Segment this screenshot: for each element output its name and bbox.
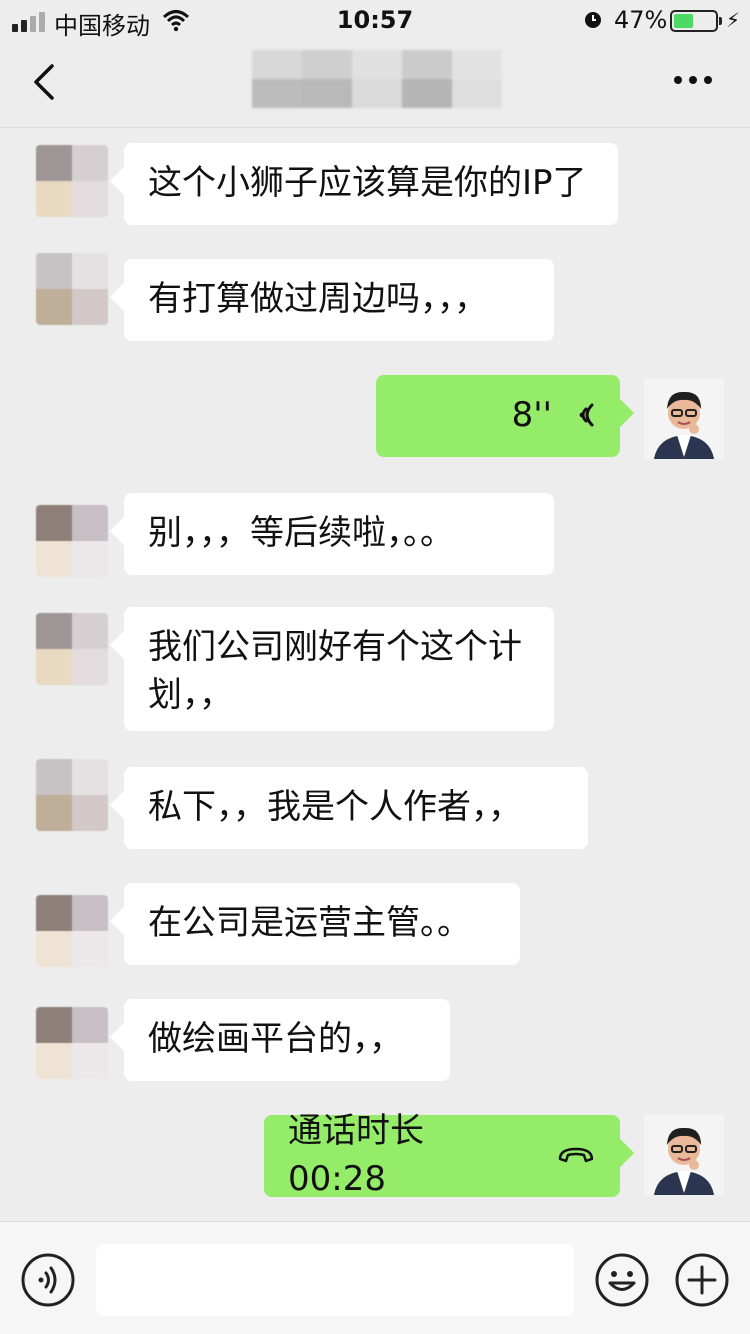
message-text: 这个小狮子应该算是你的IP了 bbox=[148, 163, 587, 203]
battery-icon bbox=[670, 10, 722, 32]
charging-icon: ⚡ bbox=[726, 8, 741, 32]
message-text: 做绘画平台的，， bbox=[148, 1019, 403, 1059]
message-text-line: 我们公司刚好有个这个计 bbox=[148, 627, 522, 667]
message-list[interactable]: 这个小狮子应该算是你的IP了 有打算做过周边吗，，， 8'' 别，，，等后续啦，… bbox=[0, 129, 750, 1221]
call-duration-text: 通话时长 00:28 bbox=[288, 1111, 424, 1199]
voice-duration: 8'' bbox=[511, 395, 552, 435]
contact-avatar[interactable] bbox=[36, 1007, 108, 1079]
message-bubble[interactable]: 做绘画平台的，， bbox=[124, 999, 450, 1081]
message-input[interactable] bbox=[96, 1244, 574, 1316]
input-bar bbox=[0, 1221, 750, 1334]
contact-avatar[interactable] bbox=[36, 505, 108, 577]
contact-avatar[interactable] bbox=[36, 613, 108, 685]
chevron-left-icon[interactable] bbox=[24, 60, 64, 104]
message-bubble[interactable]: 私下，，我是个人作者，， bbox=[124, 767, 588, 849]
message-text: 有打算做过周边吗，，， bbox=[148, 279, 488, 319]
contact-avatar[interactable] bbox=[36, 253, 108, 325]
message-text: 私下，，我是个人作者，， bbox=[148, 787, 522, 827]
contact-avatar[interactable] bbox=[36, 145, 108, 217]
voice-wave-icon bbox=[579, 403, 594, 427]
message-text-line: 划，， bbox=[148, 675, 233, 715]
more-dots-icon[interactable] bbox=[674, 76, 712, 84]
plus-icon[interactable] bbox=[674, 1252, 730, 1308]
message-bubble[interactable]: 在公司是运营主管。。 bbox=[124, 883, 520, 965]
emoji-icon[interactable] bbox=[594, 1252, 650, 1308]
phone-hangup-icon bbox=[558, 1147, 594, 1163]
message-bubble[interactable]: 别，，，等后续啦，。。 bbox=[124, 493, 554, 575]
chat-header bbox=[0, 40, 750, 128]
contact-name-blurred bbox=[252, 50, 502, 108]
alarm-icon bbox=[585, 12, 601, 28]
message-bubble[interactable]: 我们公司刚好有个这个计 划，， bbox=[124, 607, 554, 731]
message-bubble[interactable]: 有打算做过周边吗，，， bbox=[124, 259, 554, 341]
status-bar: 中国移动 10:57 47% ⚡ bbox=[0, 0, 750, 40]
message-text: 别，，，等后续啦，。。 bbox=[148, 513, 454, 553]
call-record-bubble[interactable]: 通话时长 00:28 bbox=[264, 1111, 620, 1199]
voice-message-bubble[interactable]: 8'' bbox=[376, 375, 620, 457]
contact-avatar[interactable] bbox=[36, 759, 108, 831]
battery-percentage: 47% bbox=[614, 6, 668, 34]
message-bubble[interactable]: 这个小狮子应该算是你的IP了 bbox=[124, 143, 618, 225]
message-text: 在公司是运营主管。。 bbox=[148, 903, 471, 943]
contact-avatar[interactable] bbox=[36, 895, 108, 967]
my-avatar[interactable] bbox=[644, 379, 724, 459]
voice-input-icon[interactable] bbox=[20, 1252, 76, 1308]
my-avatar[interactable] bbox=[644, 1115, 724, 1195]
